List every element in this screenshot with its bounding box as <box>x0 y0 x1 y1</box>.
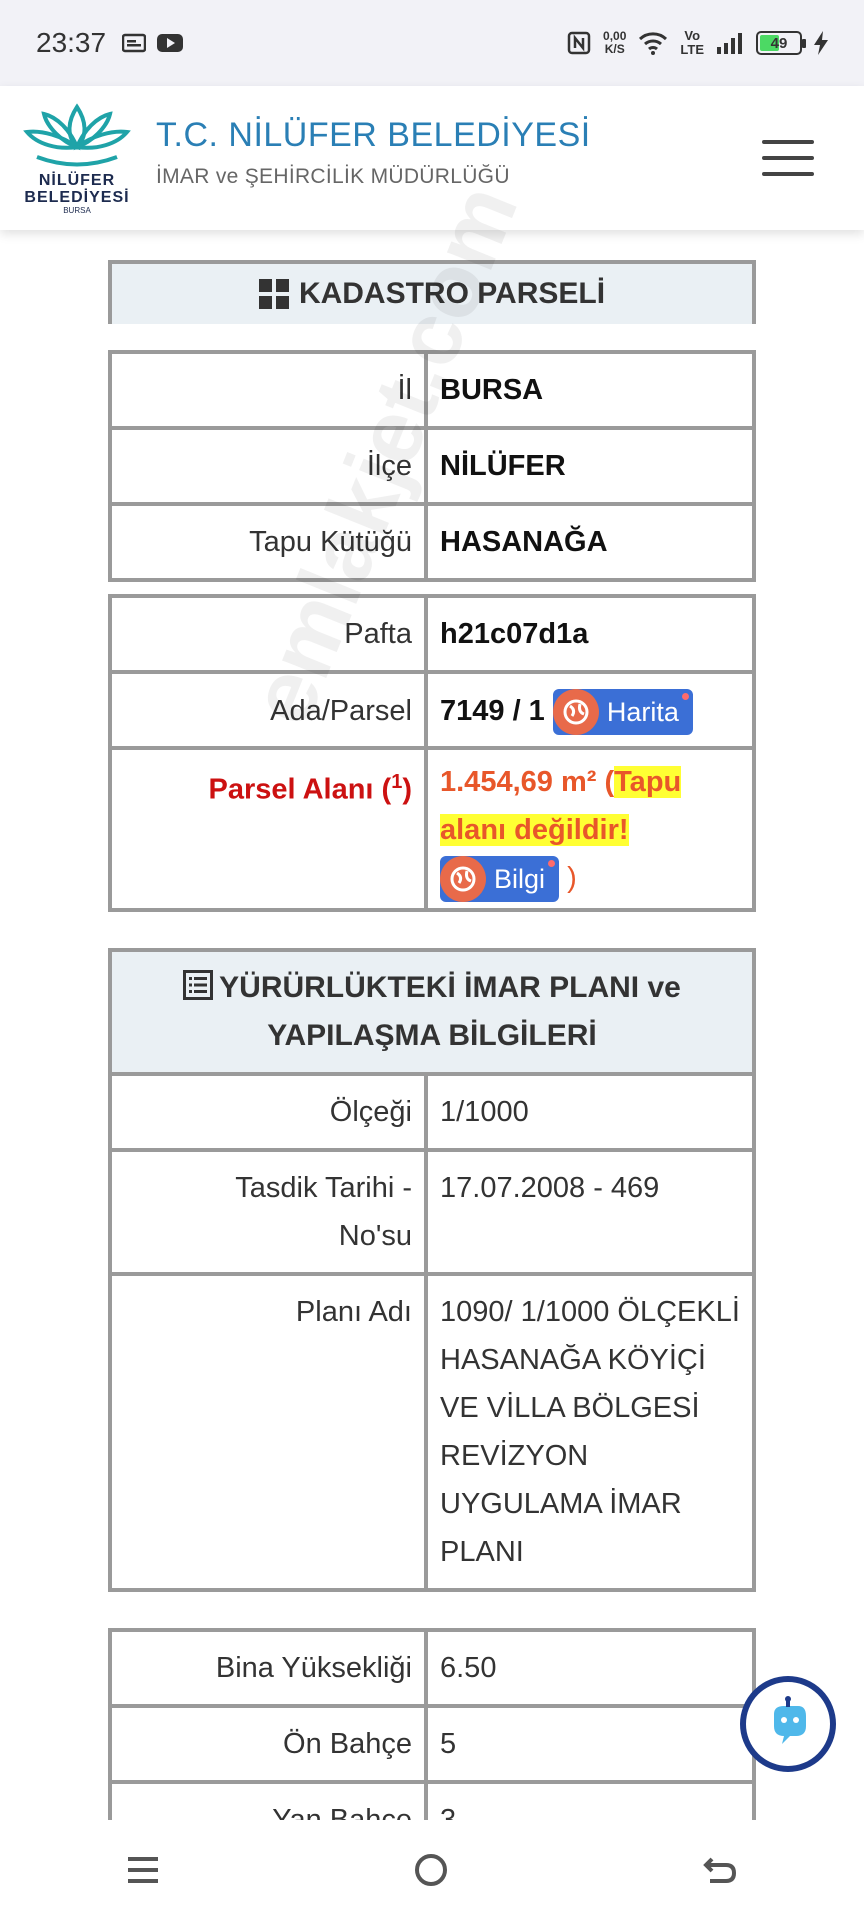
home-icon[interactable] <box>413 1852 449 1888</box>
menu-line-icon <box>762 156 814 160</box>
chatbot-icon <box>774 1696 806 1744</box>
list-icon <box>183 970 214 1001</box>
site-subtitle: İMAR ve ŞEHİRCİLİK MÜDÜRLÜĞÜ <box>156 164 510 188</box>
brand-block: T.C. NİLÜFER BELEDİYESİ İMAR ve ŞEHİRCİL… <box>156 116 591 189</box>
wifi-icon <box>639 32 668 55</box>
main-content: KADASTRO PARSELİ İl BURSA İlçe NİLÜFER T… <box>108 260 756 1861</box>
clock: 23:37 <box>36 27 107 58</box>
imar-plan-table: YÜRÜRLÜKTEKİ İMAR PLANI ve YAPILAŞMA BİLG… <box>108 948 756 1593</box>
table-row: Ölçeği 1/1000 <box>112 1076 752 1153</box>
harita-button[interactable]: Harita <box>552 689 693 736</box>
menu-line-icon <box>762 140 814 144</box>
notification-dot-icon <box>681 693 689 701</box>
nfc-icon <box>567 31 591 55</box>
table-row: Pafta h21c07d1a <box>112 598 752 674</box>
notification-dot-icon <box>548 860 556 868</box>
signal-icon <box>717 33 742 54</box>
notification-card-icon <box>122 33 147 53</box>
logo-city: BURSA <box>63 205 91 215</box>
table-row: Tapu Kütüğü HASANAĞA <box>112 506 752 578</box>
ada-parsel-value: 7149 / 1 <box>440 695 545 727</box>
chatbot-button[interactable] <box>740 1676 836 1772</box>
table-row: Parsel Alanı (1) 1.454,69 m² (Tapu alanı… <box>112 750 752 909</box>
table-row: İlçe NİLÜFER <box>112 430 752 506</box>
recent-apps-icon[interactable] <box>126 1853 160 1887</box>
table-row: Ön Bahçe 5 <box>112 1708 752 1785</box>
site-header: NİLÜFER BELEDİYESİ BURSA T.C. NİLÜFER BEL… <box>0 86 864 230</box>
table-row: İl BURSA <box>112 354 752 430</box>
nilufer-logo[interactable]: NİLÜFER BELEDİYESİ BURSA <box>12 93 142 223</box>
imar-section-title: YÜRÜRLÜKTEKİ İMAR PLANI ve YAPILAŞMA BİLG… <box>112 952 752 1077</box>
parsel-alani-label: Parsel Alanı (1) <box>112 750 428 909</box>
logo-wordmark: NİLÜFER BELEDİYESİ <box>24 171 130 206</box>
table-row: Planı Adı 1090/ 1/1000 ÖLÇEKLİ HASANAĞA … <box>112 1276 752 1589</box>
back-icon[interactable] <box>702 1853 738 1887</box>
table-row: Tasdik Tarihi - No'su 17.07.2008 - 469 <box>112 1152 752 1277</box>
system-nav-bar <box>0 1820 864 1920</box>
table-row: Bina Yüksekliği 6.50 <box>112 1632 752 1709</box>
kadastro-section-title: KADASTRO PARSELİ <box>108 260 756 324</box>
net-speed: 0,00 K/S <box>603 29 627 56</box>
table-row: Ada/Parsel 7149 / 1 Harita <box>112 674 752 750</box>
lotus-logo-icon <box>23 102 131 166</box>
parsel-alani-value: 1.454,69 m² (Tapu alanı değildir! Bilgi … <box>428 750 752 908</box>
charging-bolt-icon <box>814 31 828 55</box>
bilgi-button[interactable]: Bilgi <box>440 856 560 903</box>
volte-indicator: Vo LTE <box>680 28 704 57</box>
status-bar: 23:37 0,00 K/S Vo LTE 49 <box>0 0 864 86</box>
menu-button[interactable] <box>762 140 814 176</box>
battery-icon: 49 <box>756 31 806 55</box>
parcel-table: Pafta h21c07d1a Ada/Parsel 7149 / 1 Hari… <box>108 594 756 913</box>
globe-icon <box>440 856 486 903</box>
site-title: T.C. NİLÜFER BELEDİYESİ <box>156 115 591 154</box>
grid-icon <box>258 279 289 309</box>
location-table: İl BURSA İlçe NİLÜFER Tapu Kütüğü HASANA… <box>108 350 756 582</box>
youtube-icon <box>157 34 184 52</box>
globe-icon <box>552 689 599 736</box>
menu-line-icon <box>762 172 814 176</box>
